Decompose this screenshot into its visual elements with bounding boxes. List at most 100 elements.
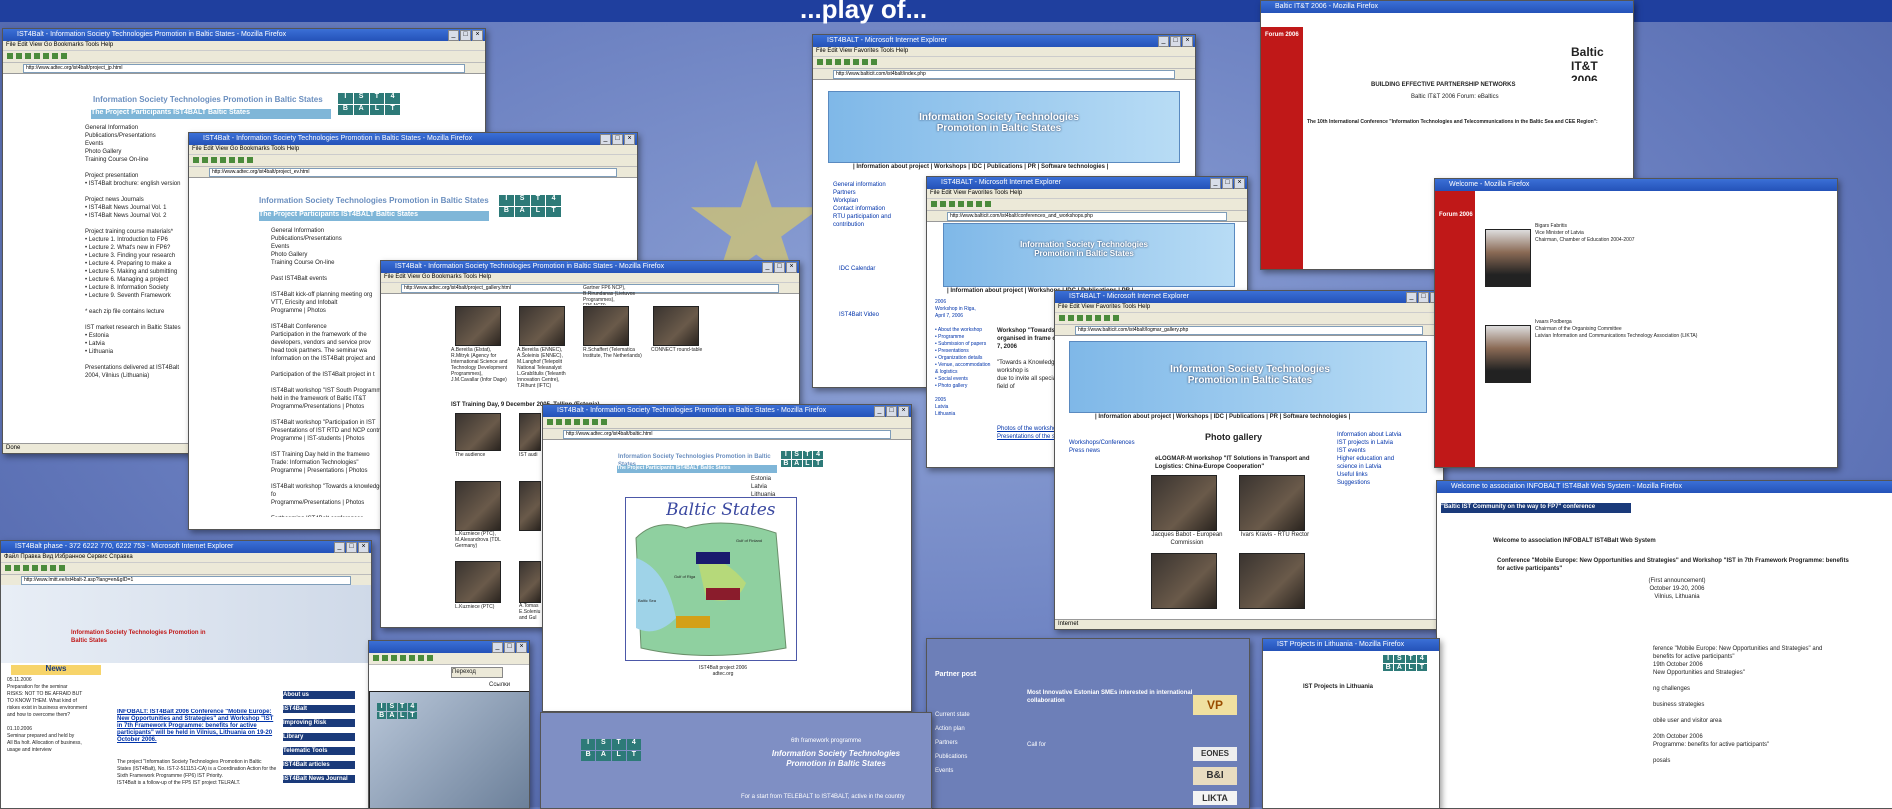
window-firefox-infobalt[interactable]: Welcome to association INFOBALT IST4Balt… [1436,480,1892,809]
right-links[interactable]: Information about Latvia IST projects in… [1337,431,1427,491]
window-firefox-ist-projects[interactable]: IST Projects in Lithuania - Mozilla Fire… [1262,638,1440,809]
top-links[interactable]: | Information about project | Workshops … [853,163,1183,171]
gallery-photo[interactable] [455,481,501,531]
window-title[interactable]: Baltic IT&T 2006 - Mozilla Firefox [1261,1,1633,13]
maximize-button[interactable]: □ [460,30,471,41]
window-title[interactable]: IST Projects in Lithuania - Mozilla Fire… [1263,639,1439,651]
site-nav[interactable]: The Project Participants IST4BALT Baltic… [617,465,777,473]
url-field[interactable]: http://www.balticit.com/ist4balt/confere… [947,212,1227,221]
right-menu-item[interactable]: IST4Balt News Journal [283,775,355,783]
left-menu-item[interactable]: Publications [935,753,1015,761]
minimize-button[interactable]: _ [1406,292,1417,303]
gallery-photo[interactable] [519,481,541,531]
minimize-button[interactable]: _ [600,134,611,145]
sidebar-links[interactable]: 2006 Workshop in Riga, April 7, 2006 • A… [935,299,995,459]
maximize-button[interactable]: □ [1170,36,1181,47]
left-links[interactable]: Workshops/Conferences Press news [1069,439,1139,457]
close-button[interactable]: × [1182,36,1193,47]
minimize-button[interactable]: _ [1158,36,1169,47]
address-bar[interactable]: http://www.balticit.com/ist4balt/confere… [927,211,1247,222]
maximize-button[interactable]: □ [612,134,623,145]
gallery-photo[interactable] [1239,553,1305,609]
right-menu-item[interactable]: About us [283,691,355,699]
url-field[interactable]: http://www.adtec.org/ist4balt/baltic.htm… [563,430,891,439]
left-menu-item[interactable]: Partners [935,739,1015,747]
left-menu-item[interactable]: Events [935,767,1015,775]
window-title[interactable]: Welcome to association INFOBALT IST4Balt… [1437,481,1892,493]
maximize-button[interactable]: □ [1222,178,1233,189]
minimize-button[interactable]: _ [1210,178,1221,189]
gallery-photo[interactable] [1151,553,1217,609]
maximize-button[interactable]: □ [504,642,515,653]
window-framework-programme[interactable]: 6th framework programme IST4BALT Informa… [540,712,932,809]
address-bar[interactable]: http://www.adtec.org/ist4balt/project_jp… [3,63,485,74]
gallery-photo[interactable] [455,306,501,346]
url-field[interactable]: http://www.lmitt.ee/ist4balt-2.asp?lang=… [21,576,351,585]
left-menu-item[interactable]: Action plan [935,725,1015,733]
links-label[interactable]: Ссылки [489,681,525,689]
window-title[interactable]: IST4BALT - Microsoft Internet Explorer _ □… [927,177,1247,189]
gallery-photo[interactable] [583,306,629,346]
window-ie-ist4balt-ee[interactable]: IST4Balt phase - 372 6222 770, 6222 753 … [0,540,372,809]
url-field[interactable]: http://www.balticit.com/ist4balt/logmar_… [1075,326,1423,335]
minimize-button[interactable]: _ [334,542,345,553]
url-field[interactable]: http://www.adtec.org/ist4balt/project_ev… [209,168,617,177]
nav-toolbar[interactable] [189,155,637,167]
window-title[interactable]: IST4Balt - Information Society Technolog… [189,133,637,145]
right-menu-item[interactable]: Library [283,733,355,741]
right-menu-item[interactable]: IST4Balt articles [283,761,355,769]
site-nav[interactable]: The Project Participants IST4BALT Baltic… [91,109,331,119]
minimize-button[interactable]: _ [492,642,503,653]
window-partner-post[interactable]: Partner post Most Innovative Estonian SM… [926,638,1250,809]
sidebar-heading[interactable]: Forum 2006 [1265,31,1301,39]
menu-bar[interactable]: File Edit View Go Bookmarks Tools Help [189,145,637,155]
top-links[interactable]: | Information about project | Workshops … [1095,413,1425,421]
go-button[interactable]: Переход [451,667,503,678]
icon-label[interactable]: IST4Balt Video [839,311,889,319]
nav-toolbar[interactable] [1,563,371,575]
window-title[interactable]: _ □ × [369,641,529,653]
menu-bar[interactable]: File Edit View Go Bookmarks Tools Help [381,273,799,283]
window-title[interactable]: IST4Balt - Information Society Technolog… [381,261,799,273]
url-field[interactable]: http://www.balticit.com/ist4balt/index.p… [833,70,1175,79]
site-nav[interactable]: The Project Participants IST4BALT Baltic… [259,211,489,221]
maximize-button[interactable]: □ [1418,292,1429,303]
right-menu-item[interactable]: Improving Risk management [283,719,355,727]
close-button[interactable]: × [786,262,797,273]
window-firefox-welcome[interactable]: Welcome - Mozilla Firefox Forum 2006 Big… [1434,178,1838,468]
gallery-photo[interactable] [653,306,699,346]
address-bar[interactable]: http://www.adtec.org/ist4balt/project_ev… [189,167,637,178]
close-button[interactable]: × [1234,178,1245,189]
right-menu-item[interactable]: IST4Balt [283,705,355,713]
address-bar[interactable]: http://www.adtec.org/ist4balt/baltic.htm… [543,429,911,440]
left-menu-item[interactable]: Current state [935,711,1015,719]
menu-bar[interactable]: File Edit View Favorites Tools Help [927,189,1247,199]
right-menu-item[interactable]: Telematic Tools [283,747,355,755]
gallery-photo[interactable] [455,561,501,603]
menu-bar[interactable]: File Edit View Favorites Tools Help [1055,303,1443,313]
maximize-button[interactable]: □ [886,406,897,417]
window-title[interactable]: IST4Balt - Information Society Technolog… [543,405,911,417]
gallery-photo[interactable] [519,561,541,603]
sidebar-heading[interactable]: Forum 2006 [1439,211,1473,219]
minimize-button[interactable]: _ [874,406,885,417]
window-title[interactable]: IST4BALT - Microsoft Internet Explorer _ □… [1055,291,1443,303]
gallery-photo[interactable] [455,413,501,451]
menu-bar[interactable]: Файл Правка Вид Избранное Сервис Справка [1,553,371,563]
nav-toolbar[interactable] [1055,313,1443,325]
gallery-photo[interactable] [519,306,565,346]
minimize-button[interactable]: _ [762,262,773,273]
window-ie-photo-gallery[interactable]: IST4BALT - Microsoft Internet Explorer _ □… [1054,290,1444,630]
headline-link[interactable]: INFOBALT: IST4Balt 2006 Conference "Mobi… [117,709,277,749]
window-firefox-baltic-map[interactable]: IST4Balt - Information Society Technolog… [542,404,912,712]
icon-label[interactable]: IDC Calendar [839,265,889,273]
gallery-photo[interactable] [519,413,541,451]
marquee-banner[interactable]: "Baltic IST Community on the way to FP7"… [1441,503,1631,513]
window-title[interactable]: IST4BALT - Microsoft Internet Explorer _ □… [813,35,1195,47]
maximize-button[interactable]: □ [774,262,785,273]
nav-toolbar[interactable] [927,199,1247,211]
nav-toolbar[interactable] [813,57,1195,69]
close-button[interactable]: × [358,542,369,553]
nav-toolbar[interactable] [369,653,529,665]
window-small-explorer[interactable]: _ □ × Переход Ссылки IST4BALT [368,640,530,809]
